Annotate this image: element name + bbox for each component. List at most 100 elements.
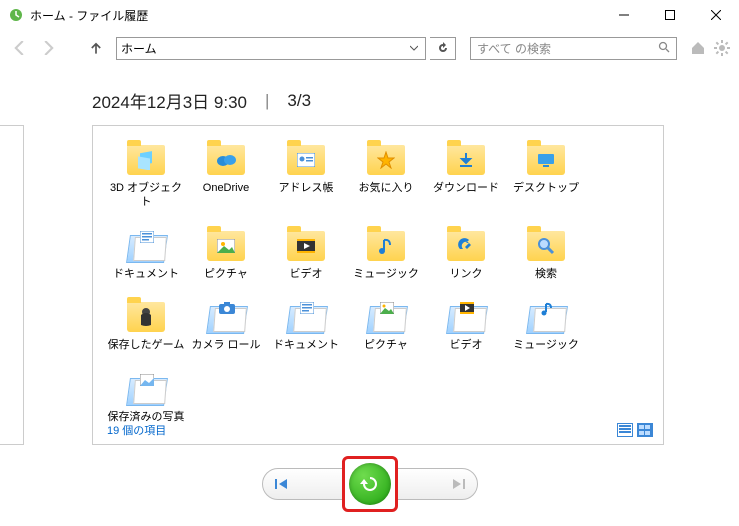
file-item[interactable]: アドレス帳 [267, 136, 345, 214]
folder-icon [447, 145, 485, 175]
file-item[interactable]: OneDrive [187, 136, 265, 214]
file-item[interactable]: リンク [427, 222, 505, 286]
item-icon [364, 226, 408, 266]
file-item[interactable]: ミュージック [347, 222, 425, 286]
item-label: アドレス帳 [279, 182, 334, 196]
item-label: 検索 [535, 268, 557, 282]
item-label: お気に入り [359, 182, 414, 196]
gear-icon[interactable] [713, 39, 731, 57]
file-item[interactable]: お気に入り [347, 136, 425, 214]
item-label: ビデオ [450, 339, 483, 353]
item-icon [364, 140, 408, 180]
item-icon [444, 226, 488, 266]
item-label: ミュージック [353, 268, 419, 282]
folder-icon [367, 231, 405, 261]
file-item[interactable]: ミュージック [507, 293, 585, 357]
library-icon [128, 372, 164, 406]
item-label: 保存したゲーム [108, 339, 185, 353]
window-controls [601, 0, 739, 30]
view-details-button[interactable] [617, 423, 633, 437]
bottom-controls [0, 456, 739, 512]
item-label: ピクチャ [204, 268, 248, 282]
item-icon [124, 226, 168, 266]
address-dropdown-icon[interactable] [407, 41, 421, 55]
file-item[interactable]: カメラ ロール [187, 293, 265, 357]
item-icon [364, 297, 408, 337]
minimize-button[interactable] [601, 0, 647, 30]
item-count: 19 個の項目 [107, 422, 166, 438]
left-panel-edge [0, 125, 24, 445]
file-item[interactable]: ダウンロード [427, 136, 505, 214]
folder-icon [127, 302, 165, 332]
refresh-button[interactable] [430, 37, 456, 60]
file-item[interactable]: ビデオ [267, 222, 345, 286]
folder-icon [367, 145, 405, 175]
address-bar[interactable]: ホーム [116, 37, 426, 60]
item-label: カメラ ロール [191, 339, 260, 353]
folder-icon [287, 145, 325, 175]
address-text: ホーム [121, 40, 407, 57]
item-label: ダウンロード [433, 182, 499, 196]
version-page: 3/3 [287, 91, 311, 111]
search-box[interactable]: すべて の検索 [470, 37, 677, 60]
item-label: リンク [450, 268, 483, 282]
library-icon [528, 300, 564, 334]
restore-button[interactable] [349, 463, 391, 505]
library-icon [368, 300, 404, 334]
file-item[interactable]: デスクトップ [507, 136, 585, 214]
item-label: ミュージック [513, 339, 579, 353]
item-icon [444, 140, 488, 180]
item-icon [204, 140, 248, 180]
item-icon [524, 140, 568, 180]
forward-button[interactable] [36, 36, 60, 60]
file-item[interactable]: 保存したゲーム [107, 293, 185, 357]
back-button[interactable] [8, 36, 32, 60]
item-label: OneDrive [203, 182, 249, 196]
file-item[interactable]: ピクチャ [347, 293, 425, 357]
folder-icon [447, 231, 485, 261]
library-icon [288, 300, 324, 334]
item-icon [124, 297, 168, 337]
item-label: 3D オブジェクト [107, 182, 185, 210]
item-label: ドキュメント [113, 268, 179, 282]
items-grid: 3D オブジェクト OneDrive アドレス帳 お気に入り ダウンロードデスクトップド… [107, 136, 653, 429]
file-item[interactable]: ビデオ [427, 293, 505, 357]
file-item[interactable]: 検索 [507, 222, 585, 286]
version-header: 2024年12月3日 9:30 | 3/3 [0, 66, 739, 125]
folder-icon [527, 231, 565, 261]
item-icon [284, 297, 328, 337]
close-button[interactable] [693, 0, 739, 30]
item-icon [124, 140, 168, 180]
toolbar-right-icons [689, 39, 731, 57]
maximize-button[interactable] [647, 0, 693, 30]
home-icon[interactable] [689, 39, 707, 57]
separator: | [265, 91, 269, 111]
app-icon [8, 7, 24, 23]
search-icon [658, 41, 670, 56]
item-icon [204, 297, 248, 337]
window-title: ホーム - ファイル履歴 [30, 7, 148, 24]
item-icon [204, 226, 248, 266]
folder-icon [287, 231, 325, 261]
title-bar: ホーム - ファイル履歴 [0, 0, 739, 30]
file-item[interactable]: 保存済みの写真 [107, 365, 185, 429]
folder-icon [127, 145, 165, 175]
up-button[interactable] [84, 36, 108, 60]
folder-icon [527, 145, 565, 175]
file-item[interactable]: 3D オブジェクト [107, 136, 185, 214]
file-list-panel: 3D オブジェクト OneDrive アドレス帳 お気に入り ダウンロードデスクトップド… [92, 125, 664, 445]
library-icon [128, 229, 164, 263]
file-item[interactable]: ピクチャ [187, 222, 265, 286]
library-icon [448, 300, 484, 334]
item-icon [524, 297, 568, 337]
search-placeholder: すべて の検索 [477, 40, 658, 57]
version-timestamp: 2024年12月3日 9:30 [92, 88, 247, 113]
file-item[interactable]: ドキュメント [267, 293, 345, 357]
file-item[interactable]: ドキュメント [107, 222, 185, 286]
toolbar: ホーム すべて の検索 [0, 30, 739, 66]
restore-highlight [342, 456, 398, 512]
folder-icon [207, 231, 245, 261]
item-icon [284, 226, 328, 266]
content-wrap: 3D オブジェクト OneDrive アドレス帳 お気に入り ダウンロードデスクトップド… [0, 125, 739, 445]
view-icons-button[interactable] [637, 423, 653, 437]
